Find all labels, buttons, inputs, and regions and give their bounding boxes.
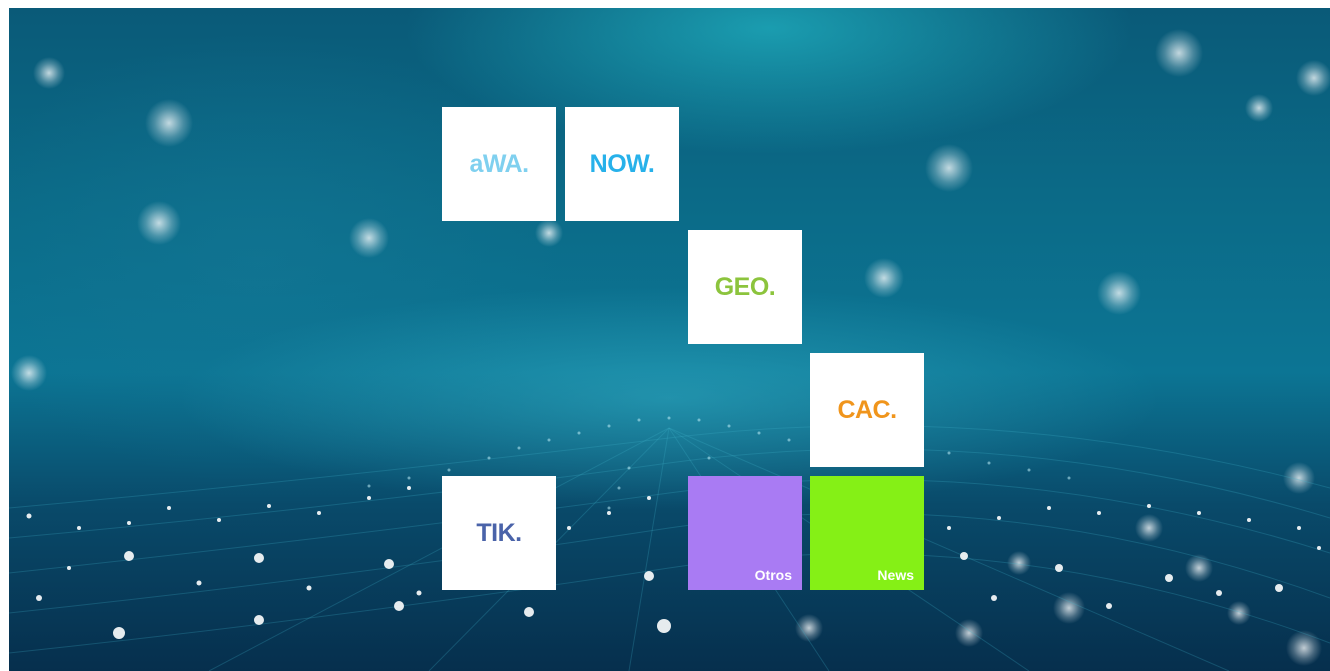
tile-otros[interactable]: Otros [688, 476, 802, 590]
tile-news[interactable]: News [810, 476, 924, 590]
tile-tik[interactable]: TIK. [442, 476, 556, 590]
tile-news-label: News [877, 567, 914, 583]
tile-geo-label: GEO. [714, 272, 776, 301]
tile-now-label: NOW. [589, 149, 655, 178]
tile-awa-label: aWA. [469, 149, 529, 178]
tile-awa[interactable]: aWA. [442, 107, 556, 221]
tile-cac[interactable]: CAC. [810, 353, 924, 467]
tile-tik-label: TIK. [476, 518, 522, 547]
tile-cac-label: CAC. [837, 395, 897, 424]
tile-otros-label: Otros [754, 567, 792, 583]
tile-now[interactable]: NOW. [565, 107, 679, 221]
tile-geo[interactable]: GEO. [688, 230, 802, 344]
